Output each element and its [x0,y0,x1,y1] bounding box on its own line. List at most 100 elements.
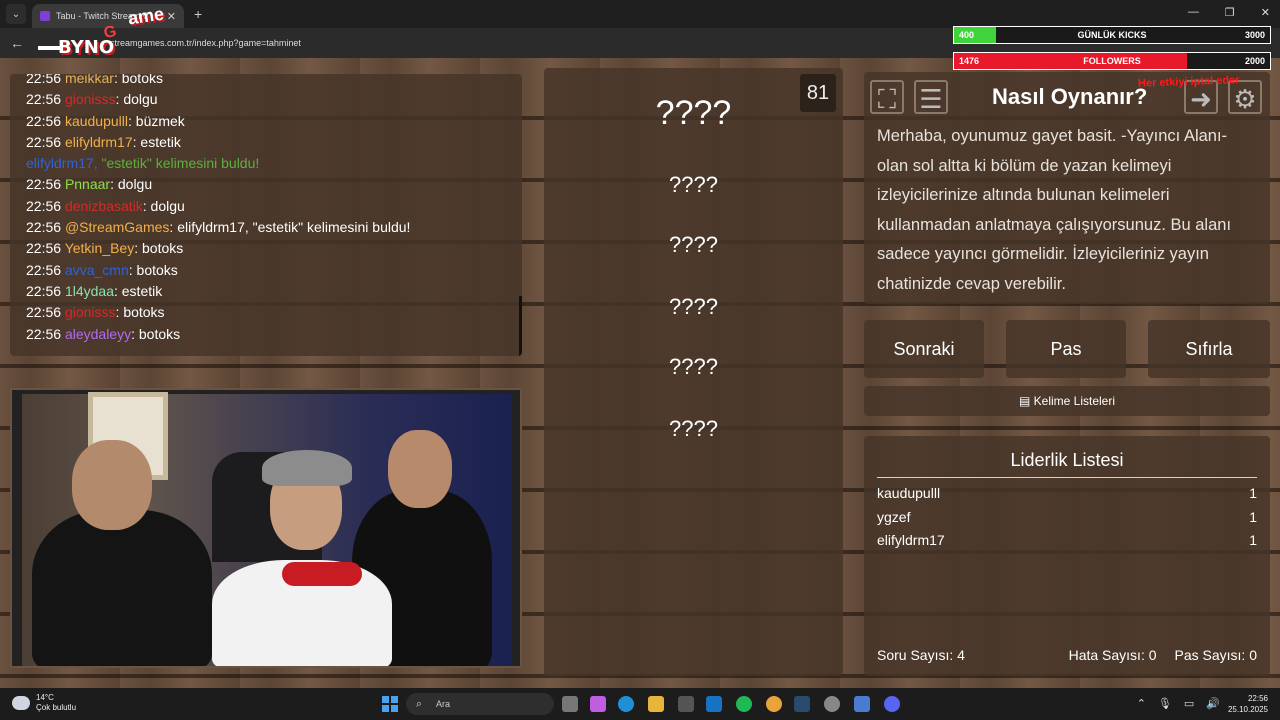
chat-time: 22:56 [26,91,62,108]
minimize-icon[interactable]: — [1188,6,1199,19]
chat-text: dolgu [150,197,185,214]
clock[interactable]: 22:56 25.10.2025 [1228,693,1268,715]
chat-message: elifyldrm17, "estetik" kelimesini buldu! [10,153,522,174]
chat-text: büzmek [135,112,185,129]
chat-system-user: elifyldrm17, [26,155,98,172]
chrome-icon[interactable] [766,696,782,712]
chat-message: 22:56 avva_cmn: botoks [26,261,178,278]
forbidden-word: ???? [669,416,718,441]
chat-text: botoks [136,261,178,278]
leaderboard-row: elifyldrm17 1 [877,532,1257,548]
chat-message: 22:56 Pnnaar: dolgu [26,176,153,193]
forbidden-word: ???? [669,232,718,257]
chat-username[interactable]: gionisss [65,91,116,107]
chevron-up-icon[interactable]: ⌃ [1137,697,1146,710]
chat-text: botoks [121,74,163,86]
volume-icon[interactable]: 🔊 [1206,697,1220,710]
person-left-body [32,510,212,666]
weather-widget[interactable]: 14°C Çok bulutlu [12,693,76,713]
tab-bar: ⌄ Tabu - Twitch Stream G ✕ + — ❐ ✕ [0,0,1280,28]
word-card-panel: ???? ???? ???? ???? ???? ???? [544,68,843,676]
chat-text: botoks [138,325,181,342]
chat-message: 22:56 gionisss: botoks [26,304,165,321]
chat-username[interactable]: Yetkin_Bey [65,240,135,256]
streamer-logo: BYNO G ame [38,4,178,60]
main-word: ???? [655,94,732,132]
forbidden-word: ???? [669,172,718,197]
person-center-cap [262,450,352,486]
forbidden-word: ???? [669,354,718,379]
close-window-icon[interactable]: ✕ [1261,6,1270,19]
file-explorer-icon[interactable] [648,696,664,712]
chat-message: 22:56 aleydaleyy: botoks [26,325,181,342]
taskbar-search[interactable]: ⌕ Ara [406,693,554,715]
cloud-icon [12,696,30,710]
document-icon[interactable]: ☰ [914,80,948,114]
chat-time: 22:56 [26,197,62,214]
fullscreen-icon[interactable]: ⛶ [870,80,904,114]
chat-username[interactable]: gionisss [65,304,116,320]
reset-button[interactable]: Sıfırla [1148,320,1270,378]
discord-icon[interactable] [884,696,900,712]
chat-username[interactable]: aleydaleyy [65,326,131,342]
display-icon[interactable]: ▭ [1184,697,1194,710]
chat-text: botoks [123,304,165,321]
chat-username[interactable]: elifyldrm17 [65,134,133,150]
new-tab-button[interactable]: + [194,6,202,22]
how-to-play-text: Merhaba, oyunumuz gayet basit. -Yayıncı … [877,127,1232,293]
chat-time: 22:56 [26,219,62,236]
how-to-play-panel: ⛶ ☰ Nasıl Oynanır? ➜ ⚙ Merhaba, oyunumuz… [864,72,1270,304]
chat-message: 22:56 @StreamGames: elifyldrm17, "esteti… [26,219,411,236]
outlook-icon[interactable] [706,696,722,712]
chat-time: 22:56 [26,261,62,278]
pass-count: Pas Sayısı: 0 [1174,647,1257,663]
webcam-video [10,388,522,668]
how-to-play-title: Nasıl Oynanır? [992,84,1148,109]
clock-time: 22:56 [1247,694,1268,703]
chat-username[interactable]: 1l4ydaa [65,283,114,299]
leaderboard-row: kaudupulll 1 [877,485,1257,501]
search-icon: ⌕ [416,698,423,710]
chat-username[interactable]: @StreamGames [65,219,169,235]
pass-button[interactable]: Pas [1006,320,1126,378]
microphone-icon[interactable]: 🎙 [1158,697,1172,710]
followers-label: FOLLOWERS [1083,56,1141,66]
app-icon[interactable] [854,696,870,712]
steam-icon[interactable] [794,696,810,712]
word-lists-button[interactable]: ▤ Kelime Listeleri [864,386,1270,416]
back-arrow-icon[interactable]: ← [10,35,30,51]
copilot-icon[interactable] [590,696,606,712]
chat-time: 22:56 [26,176,62,193]
logo-text-2: G [102,22,118,43]
chat-message: 22:56 denizbasatik: dolgu [26,197,185,214]
chat-time: 22:56 [26,133,62,150]
chat-username[interactable]: avva_cmn [65,262,129,278]
store-icon[interactable] [678,696,694,712]
maximize-icon[interactable]: ❐ [1225,6,1235,19]
chat-username[interactable]: denizbasatik [65,198,143,214]
chat-message: 22:56 elifyldrm17: estetik [26,133,181,150]
person-left-head [72,440,152,530]
chat-message: 22:56 1l4ydaa: estetik [26,282,163,299]
notebook-icon: ▤ [1018,394,1034,408]
spotify-icon[interactable] [736,696,752,712]
next-button[interactable]: Sonraki [864,320,984,378]
leaderboard-name: elifyldrm17 [877,532,945,548]
tab-list-button[interactable]: ⌄ [6,4,26,24]
chat-system-text: "estetik" kelimesini buldu! [101,155,260,172]
chat-message: 22:56 meikkar: botoks [10,74,522,89]
followers-target: 2000 [1244,56,1265,66]
chat-username[interactable]: kaudupulll [65,113,128,129]
task-view-icon[interactable] [562,696,578,712]
chat-time: 22:56 [26,240,62,257]
edge-icon[interactable] [618,696,634,712]
chat-scrollbar[interactable] [519,296,522,356]
chat-panel: 22:56 meikkar: botoks 22:56 gionisss: dol… [10,74,522,356]
github-icon[interactable] [824,696,840,712]
word-lists-label: Kelime Listeleri [1033,394,1116,408]
chat-message: 22:56 kaudupulll: büzmek [26,112,185,129]
chat-username[interactable]: Pnnaar [65,176,110,192]
windows-start-icon[interactable] [382,696,398,712]
chat-username[interactable]: meikkar [65,74,114,86]
leaderboard-panel: Liderlik Listesi kaudupulll 1 ygzef 1 el… [864,436,1270,676]
